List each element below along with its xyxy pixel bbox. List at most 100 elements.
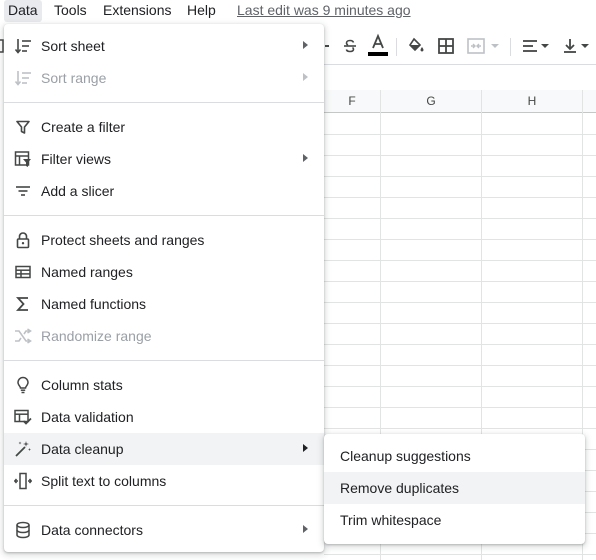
menu-item-randomize-range[interactable]: Randomize range (4, 320, 324, 352)
vertical-align-icon[interactable] (560, 30, 580, 62)
strikethrough-icon[interactable] (338, 30, 362, 62)
menu-item-data-cleanup[interactable]: Data cleanup (4, 433, 324, 465)
lock-icon (14, 231, 32, 249)
menu-item-label: Named ranges (41, 264, 133, 280)
grid-line (324, 197, 596, 198)
menu-item-label: Sort range (41, 70, 107, 86)
menu-item-label: Data cleanup (41, 441, 124, 457)
menu-item-data-validation[interactable]: Data validation (4, 401, 324, 433)
menu-item-label: Create a filter (41, 119, 126, 135)
toolbar (324, 30, 596, 62)
grid-line (324, 134, 596, 135)
data-validation-icon (14, 408, 32, 426)
menu-help[interactable]: Help (187, 0, 216, 22)
menu-data[interactable]: Data (4, 0, 42, 22)
filter-views-icon (14, 150, 32, 168)
borders-icon[interactable] (434, 30, 458, 62)
menu-item-filter-views[interactable]: Filter views (4, 143, 324, 175)
menu-item-named-functions[interactable]: Named functions (4, 288, 324, 320)
column-header-f[interactable]: F (324, 90, 381, 113)
grid-line (324, 239, 596, 240)
text-color-icon[interactable] (366, 30, 390, 62)
menu-tools[interactable]: Tools (54, 0, 87, 22)
grid-line (324, 365, 596, 366)
menu-item-label: Sort sheet (41, 38, 105, 54)
magic-wand-icon (14, 440, 32, 458)
slicer-icon (14, 182, 32, 200)
lightbulb-icon (14, 376, 32, 394)
shuffle-icon (14, 327, 32, 345)
menu-divider (4, 102, 324, 103)
database-icon (14, 521, 32, 539)
split-columns-icon (14, 472, 32, 490)
merge-dropdown-icon[interactable] (490, 30, 500, 62)
menu-item-add-slicer[interactable]: Add a slicer (4, 175, 324, 207)
horizontal-align-icon[interactable] (520, 30, 540, 62)
horizontal-align-dropdown-icon[interactable] (540, 30, 550, 62)
menu-item-protect-sheets[interactable]: Protect sheets and ranges (4, 224, 324, 256)
menu-item-label: Split text to columns (41, 473, 167, 489)
sort-icon (14, 69, 32, 87)
menu-item-split-text[interactable]: Split text to columns (4, 465, 324, 497)
table-icon (14, 263, 32, 281)
sigma-icon (14, 295, 32, 313)
sort-icon (14, 37, 32, 55)
data-cleanup-submenu: Cleanup suggestions Remove duplicates Tr… (324, 434, 585, 544)
submenu-arrow-icon (303, 41, 308, 49)
menu-item-label: Randomize range (41, 328, 152, 344)
submenu-item-cleanup-suggestions[interactable]: Cleanup suggestions (324, 440, 585, 472)
fill-color-icon[interactable] (404, 30, 428, 62)
grid-line (324, 323, 596, 324)
grid-line (324, 218, 596, 219)
grid-line (324, 554, 596, 555)
grid-line (324, 260, 596, 261)
menu-item-label: Filter views (41, 151, 112, 167)
menu-item-data-connectors[interactable]: Data connectors (4, 514, 324, 546)
menu-bar: Data Tools Extensions Help Last edit was… (0, 0, 596, 22)
menu-item-label: Add a slicer (41, 183, 115, 199)
submenu-item-remove-duplicates[interactable]: Remove duplicates (324, 472, 585, 504)
last-edit-link[interactable]: Last edit was 9 minutes ago (237, 0, 411, 22)
submenu-item-label: Remove duplicates (340, 480, 460, 496)
menu-divider (4, 215, 324, 216)
menu-item-column-stats[interactable]: Column stats (4, 369, 324, 401)
grid-line (324, 155, 596, 156)
grid-line (324, 302, 596, 303)
menu-item-label: Named functions (41, 296, 147, 312)
menu-item-label: Protect sheets and ranges (41, 232, 205, 248)
grid-line (324, 281, 596, 282)
grid-line (324, 344, 596, 345)
toolbar-separator (510, 38, 511, 56)
menu-item-label: Data connectors (41, 522, 143, 538)
menu-item-create-filter[interactable]: Create a filter (4, 111, 324, 143)
submenu-item-trim-whitespace[interactable]: Trim whitespace (324, 504, 585, 536)
column-header-h[interactable]: H (482, 90, 583, 113)
menu-divider (4, 505, 324, 506)
submenu-item-label: Trim whitespace (340, 512, 442, 528)
submenu-item-label: Cleanup suggestions (340, 448, 471, 464)
submenu-arrow-icon (303, 154, 308, 162)
toolbar-bottom-border (324, 64, 596, 65)
grid-line (324, 428, 596, 429)
toolbar-separator (396, 38, 397, 56)
menu-divider (4, 360, 324, 361)
menu-item-sort-range[interactable]: Sort range (4, 62, 324, 94)
menu-item-label: Column stats (41, 377, 123, 393)
bold-partial-icon (324, 30, 330, 62)
merge-cells-icon[interactable] (464, 30, 488, 62)
grid-line (324, 386, 596, 387)
submenu-arrow-icon (303, 73, 308, 81)
data-menu: Sort sheet Sort range Create a filter Fi… (4, 24, 324, 552)
grid-line (324, 407, 596, 408)
vertical-align-dropdown-icon[interactable] (580, 30, 590, 62)
menu-extensions[interactable]: Extensions (103, 0, 171, 22)
submenu-arrow-icon (303, 525, 308, 533)
submenu-arrow-icon (303, 444, 308, 452)
filter-icon (14, 118, 32, 136)
menu-item-named-ranges[interactable]: Named ranges (4, 256, 324, 288)
grid-line (324, 176, 596, 177)
menu-item-label: Data validation (41, 409, 134, 425)
column-header-g[interactable]: G (381, 90, 482, 113)
menu-item-sort-sheet[interactable]: Sort sheet (4, 30, 324, 62)
column-header-i[interactable] (583, 90, 596, 113)
